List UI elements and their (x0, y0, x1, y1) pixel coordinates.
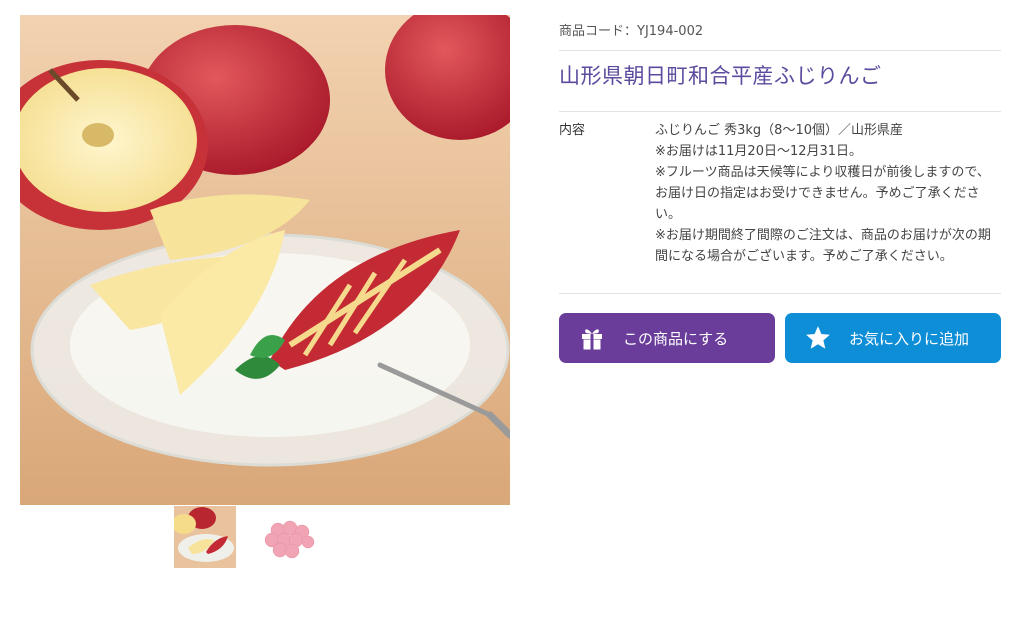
thumbnail-list (174, 506, 318, 568)
action-buttons: この商品にする お気に入りに追加 (559, 313, 1001, 363)
product-info: 商品コード：YJ194-002 山形県朝日町和合平産ふじりんご 内容 ふじりんご… (559, 15, 1001, 363)
product-detail: 内容 ふじりんご 秀3kg（8～10個）／山形県産 ※お届けは11月20日～12… (559, 112, 1001, 294)
gift-icon (577, 323, 607, 353)
product-code-label: 商品コード： (559, 24, 638, 39)
detail-line: ふじりんご 秀3kg（8～10個）／山形県産 (655, 123, 903, 138)
detail-line: ※お届けは11月20日～12月31日。 (655, 144, 863, 159)
apple-plate-image (20, 15, 510, 505)
thumbnail-apple[interactable] (174, 506, 236, 568)
pink-balls-thumb-icon (256, 506, 318, 568)
add-favorite-button[interactable]: お気に入りに追加 (785, 313, 1001, 363)
detail-line: ※お届け期間終了間際のご注文は、商品のお届けが次の期間になる場合がございます。予… (655, 228, 991, 264)
detail-line: ※フルーツ商品は天候等により収穫日が前後しますので、お届け日の指定はお受けできま… (655, 165, 990, 222)
select-product-button[interactable]: この商品にする (559, 313, 775, 363)
apple-photo-thumb-icon (174, 506, 236, 568)
product-code-value: YJ194-002 (637, 24, 704, 39)
detail-label: 内容 (559, 123, 586, 138)
detail-body: ふじりんご 秀3kg（8～10個）／山形県産 ※お届けは11月20日～12月31… (655, 120, 1001, 293)
star-icon (803, 323, 833, 353)
product-title: 山形県朝日町和合平産ふじりんご (559, 51, 1001, 112)
add-favorite-label: お気に入りに追加 (849, 329, 970, 348)
product-code: 商品コード：YJ194-002 (559, 15, 1001, 51)
select-product-label: この商品にする (623, 329, 729, 348)
main-product-image (20, 15, 510, 505)
thumbnail-pink-balls[interactable] (256, 506, 318, 568)
product-gallery (20, 15, 510, 505)
